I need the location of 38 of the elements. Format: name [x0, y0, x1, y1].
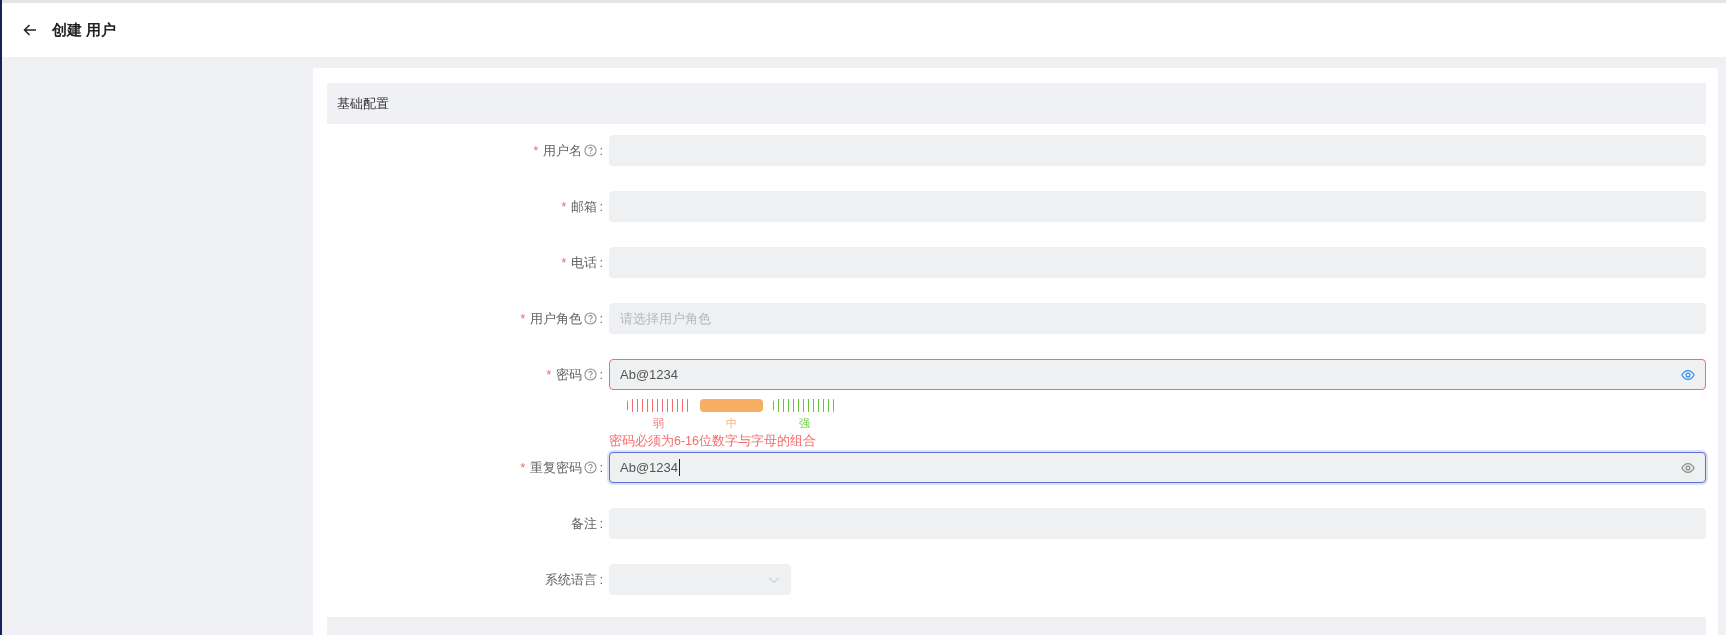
- required-mark: *: [546, 367, 552, 382]
- required-mark: *: [561, 199, 567, 214]
- field-label: 备注: [571, 514, 598, 533]
- field-label: 系统语言: [545, 570, 598, 589]
- field-label: 用户角色: [530, 309, 583, 328]
- page-title: 创建 用户: [52, 20, 117, 40]
- strength-label: 中: [726, 416, 737, 431]
- field-label: 电话: [571, 253, 598, 272]
- colon: :: [599, 311, 603, 326]
- back-arrow-icon[interactable]: [22, 22, 38, 38]
- field-label: 密码: [556, 365, 583, 384]
- eye-icon[interactable]: [1681, 460, 1695, 475]
- password-field[interactable]: Ab@1234: [609, 359, 1706, 390]
- help-icon[interactable]: [584, 368, 598, 381]
- required-mark: *: [520, 311, 526, 326]
- colon: :: [599, 572, 603, 587]
- field-label: 重复密码: [530, 458, 583, 477]
- colon: :: [599, 367, 603, 382]
- help-icon[interactable]: [584, 312, 598, 325]
- help-icon[interactable]: [584, 144, 598, 157]
- colon: :: [599, 516, 603, 531]
- colon: :: [599, 143, 603, 158]
- required-mark: *: [533, 143, 539, 158]
- field-label: 用户名: [543, 141, 583, 160]
- eye-icon[interactable]: [1681, 367, 1695, 382]
- colon: :: [599, 460, 603, 475]
- help-icon[interactable]: [584, 461, 598, 474]
- colon: :: [599, 255, 603, 270]
- section-header: 基础配置: [327, 83, 1706, 124]
- select-field[interactable]: [609, 564, 791, 595]
- field-label: 邮箱: [571, 197, 598, 216]
- required-mark: *: [561, 255, 567, 270]
- error-message: 密码必须为6-16位数字与字母的组合: [609, 433, 818, 448]
- password-field[interactable]: Ab@1234: [609, 452, 1706, 483]
- strength-label: 弱: [653, 416, 664, 431]
- colon: :: [599, 199, 603, 214]
- required-mark: *: [520, 460, 526, 475]
- strength-label: 强: [799, 416, 810, 431]
